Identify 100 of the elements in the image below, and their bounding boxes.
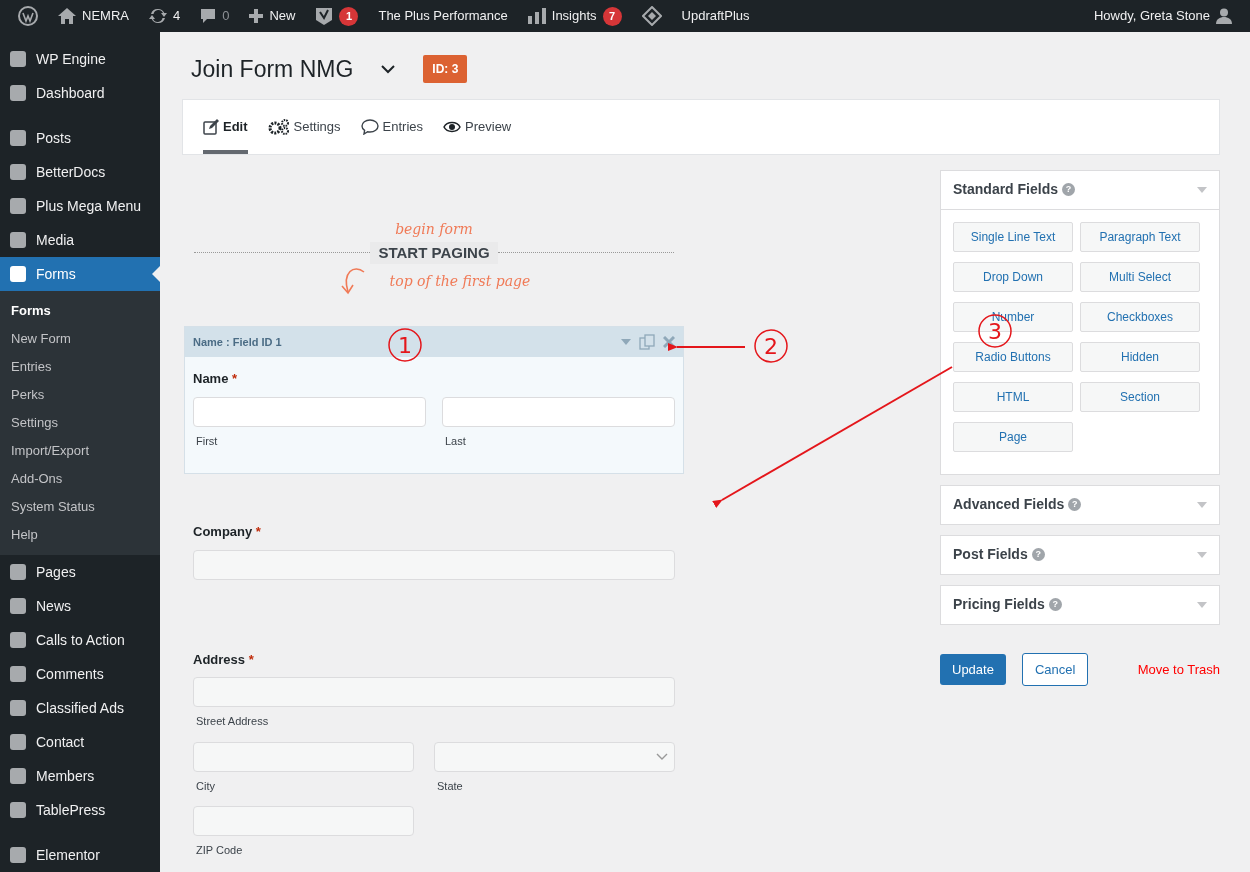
input-field[interactable]: [193, 741, 414, 772]
numbered-callout: 1: [388, 328, 422, 362]
required-asterisk: *: [248, 651, 254, 667]
input-field[interactable]: [193, 677, 675, 707]
sidebar-item[interactable]: Elementor: [0, 838, 160, 872]
sublabel: City: [196, 778, 216, 794]
sidebar-item[interactable]: Classified Ads: [0, 691, 160, 725]
triangle-down-icon[interactable]: [1197, 186, 1207, 193]
tab[interactable]: Settings: [267, 99, 341, 154]
required-asterisk: *: [232, 371, 238, 386]
submenu-item[interactable]: New Form: [0, 325, 160, 353]
toolbar-link[interactable]: The Plus Performance: [378, 6, 508, 26]
form-id-badge: ID: 3: [423, 55, 468, 84]
input-field[interactable]: [442, 396, 675, 427]
select-field[interactable]: [434, 741, 675, 772]
add-field-button[interactable]: Drop Down: [953, 261, 1073, 292]
square-icon: [8, 162, 28, 182]
count-badge: 1: [339, 6, 359, 26]
speech-bubble-icon[interactable]: [200, 8, 217, 24]
sidebar-item[interactable]: BetterDocs: [0, 155, 160, 189]
add-field-button[interactable]: Section: [1080, 381, 1200, 412]
input-field[interactable]: [193, 396, 426, 427]
chevron-down-icon[interactable]: [381, 64, 396, 74]
submenu-item[interactable]: System Status: [0, 493, 160, 521]
submenu-item[interactable]: Add-Ons: [0, 465, 160, 493]
speech-bubble-icon: [360, 118, 379, 135]
field-label: Company: [193, 524, 253, 539]
square-icon: [8, 49, 28, 69]
square-icon: [8, 800, 28, 820]
add-field-button[interactable]: Single Line Text: [953, 221, 1073, 252]
submenu-item[interactable]: Perks: [0, 381, 160, 409]
sidebar-item[interactable]: Calls to Action: [0, 623, 160, 657]
person-silhouette-icon[interactable]: [1216, 8, 1232, 24]
user-greeting[interactable]: Howdy, Greta Stone: [1093, 6, 1210, 26]
sublabel: Street Address: [196, 714, 270, 729]
square-icon: [8, 732, 28, 752]
submenu-item[interactable]: Settings: [0, 409, 160, 437]
sublabel: ZIP Code: [196, 843, 244, 858]
diamond-icon[interactable]: [641, 6, 662, 26]
sidebar-item[interactable]: WP Engine: [0, 42, 160, 76]
toolbar-link[interactable]: Insights: [551, 6, 597, 26]
sidebar-item[interactable]: Comments: [0, 657, 160, 691]
toolbar-link[interactable]: NEMRA: [82, 6, 129, 26]
sidebar-item[interactable]: Posts: [0, 121, 160, 155]
close-icon[interactable]: [663, 336, 675, 348]
triangle-down-icon[interactable]: [1197, 551, 1207, 558]
tab[interactable]: Edit: [203, 99, 248, 154]
input-field[interactable]: [193, 549, 675, 580]
panel-title: Standard Fields: [953, 180, 1059, 199]
add-field-button[interactable]: Page: [953, 421, 1073, 452]
add-field-button[interactable]: Paragraph Text: [1080, 221, 1200, 252]
add-field-button[interactable]: Radio Buttons: [953, 341, 1073, 372]
submenu-item[interactable]: Import/Export: [0, 437, 160, 465]
add-field-button[interactable]: Multi Select: [1080, 261, 1200, 292]
toolbar-link[interactable]: 0: [222, 6, 230, 26]
gears-icon: [267, 118, 290, 135]
toolbar-link[interactable]: 4: [172, 6, 181, 26]
eye-icon: [443, 120, 461, 133]
bar-chart-icon[interactable]: [527, 8, 546, 24]
refresh-icon[interactable]: [148, 7, 167, 25]
sidebar-item[interactable]: Plus Mega Menu: [0, 189, 160, 223]
sublabel: State: [437, 778, 464, 794]
add-field-button[interactable]: Checkboxes: [1080, 301, 1200, 332]
submenu-item[interactable]: Help: [0, 521, 160, 549]
square-icon: [8, 264, 28, 284]
add-field-button[interactable]: Hidden: [1080, 341, 1200, 372]
update-button[interactable]: Update: [940, 653, 1006, 685]
trash-link[interactable]: Move to Trash: [1137, 659, 1220, 679]
input-field[interactable]: [193, 806, 414, 836]
triangle-down-icon[interactable]: [621, 339, 631, 345]
sidebar-item[interactable]: Members: [0, 759, 160, 793]
tab[interactable]: Preview: [443, 99, 512, 154]
sidebar-item[interactable]: TablePress: [0, 793, 160, 827]
field-label: Name: [193, 371, 229, 386]
toolbar-link[interactable]: UpdraftPlus: [681, 6, 750, 26]
triangle-down-icon[interactable]: [1197, 601, 1207, 608]
sidebar-item[interactable]: Media: [0, 223, 160, 257]
add-field-button[interactable]: HTML: [953, 381, 1073, 412]
shield-icon[interactable]: [315, 6, 334, 26]
duplicate-icon[interactable]: [639, 334, 655, 350]
square-icon: [8, 562, 28, 582]
square-icon: [8, 196, 28, 216]
tab[interactable]: Entries: [360, 99, 423, 154]
sidebar-item[interactable]: News: [0, 589, 160, 623]
submenu-item[interactable]: Forms: [0, 297, 160, 325]
cancel-button[interactable]: Cancel: [1021, 652, 1089, 686]
sidebar-item[interactable]: Forms: [0, 257, 160, 291]
plus-icon[interactable]: [249, 9, 264, 23]
square-icon: [8, 596, 28, 616]
home-icon[interactable]: [58, 8, 76, 24]
triangle-down-icon[interactable]: [1197, 501, 1207, 508]
handwritten-note: begin form: [394, 219, 474, 239]
submenu-item[interactable]: Entries: [0, 353, 160, 381]
sidebar-item[interactable]: Pages: [0, 555, 160, 589]
circle-logo-icon[interactable]: [18, 6, 38, 26]
sidebar-item[interactable]: Dashboard: [0, 76, 160, 110]
sidebar-item[interactable]: Contact: [0, 725, 160, 759]
toolbar-link[interactable]: New: [269, 6, 296, 26]
chevron-down-icon: [656, 752, 668, 761]
panel-title: Post Fields: [953, 545, 1028, 564]
